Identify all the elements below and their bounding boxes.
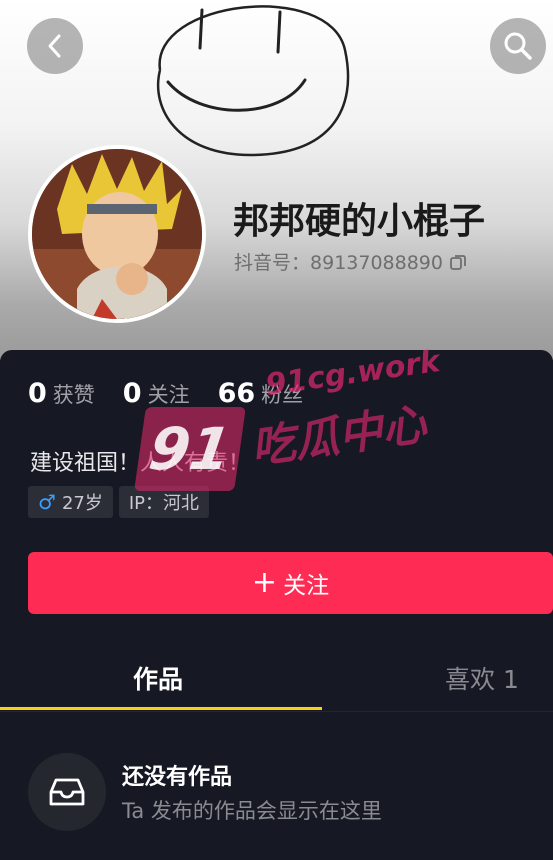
watermark-badge: 91 [134,407,246,491]
nickname: 邦邦硬的小棍子 [233,201,486,242]
stats-row: 0 获赞 0 关注 66 粉丝 [28,378,303,409]
douyin-id-value: 89137088890 [310,252,443,274]
follow-label: 关注 [283,573,330,599]
tab-likes[interactable]: 喜欢 1 [445,660,519,696]
plus-icon: + [251,565,278,600]
stat-following[interactable]: 0 关注 [123,378,190,409]
back-button[interactable] [27,18,83,74]
search-button[interactable] [490,18,546,74]
stat-following-label: 关注 [147,383,190,407]
tab-divider [0,711,553,712]
stat-likes[interactable]: 0 获赞 [28,378,95,409]
stat-followers-value: 66 [217,378,256,409]
empty-state-subtitle: Ta 发布的作品会显示在这里 [122,799,382,823]
copy-icon[interactable] [449,253,467,271]
empty-state-icon-circle [28,753,106,831]
watermark-number: 91 [144,415,236,483]
tab-active-indicator [0,707,322,710]
tab-works[interactable]: 作品 [133,660,183,696]
stat-likes-label: 获赞 [52,383,95,407]
inbox-tray-icon [49,778,85,806]
follow-button[interactable]: + 关注 [28,552,553,614]
age-text: 27岁 [61,493,103,514]
empty-state-title: 还没有作品 [122,765,233,790]
search-icon [504,32,532,60]
avatar[interactable] [28,145,206,323]
avatar-image [32,149,202,319]
male-icon: ♂ [38,490,56,514]
age-tag: ♂ 27岁 [28,486,113,518]
douyin-id-row: 抖音号：89137088890 [234,248,467,275]
back-arrow-icon [48,34,61,58]
stat-likes-value: 0 [28,378,47,409]
ip-text: IP：河北 [128,493,200,514]
stat-following-value: 0 [122,378,142,409]
douyin-id-label: 抖音号： [234,252,311,274]
